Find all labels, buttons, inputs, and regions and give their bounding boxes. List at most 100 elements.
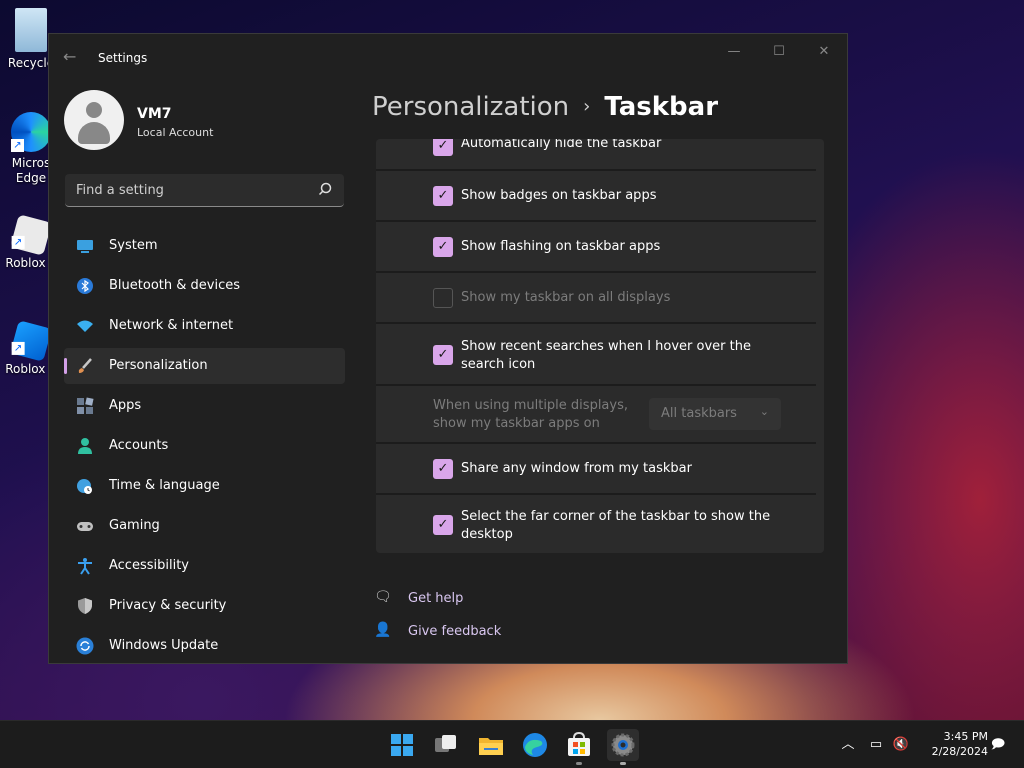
- sidebar-item-privacy[interactable]: Privacy & security: [64, 588, 345, 624]
- setting-label: Show flashing on taskbar apps: [461, 239, 661, 254]
- sidebar-item-time-language[interactable]: Time & language: [64, 468, 345, 504]
- task-view-button[interactable]: [430, 729, 462, 761]
- sidebar-item-label: Windows Update: [109, 638, 219, 653]
- sidebar-item-windows-update[interactable]: Windows Update: [64, 628, 345, 663]
- wifi-icon: [77, 320, 93, 332]
- shortcut-arrow-icon: ↗: [11, 341, 25, 355]
- store-button[interactable]: [563, 729, 595, 765]
- checkbox-recent-searches[interactable]: ✓: [433, 345, 453, 365]
- profile-name: VM7: [137, 106, 172, 122]
- close-button[interactable]: ✕: [807, 40, 841, 64]
- search-placeholder: Find a setting: [76, 183, 164, 198]
- minimize-button[interactable]: —: [717, 40, 751, 64]
- title-bar[interactable]: ← Settings — ☐ ✕: [49, 34, 847, 82]
- search-input[interactable]: Find a setting: [65, 174, 344, 207]
- page-title: Taskbar: [604, 92, 719, 122]
- settings-icon: [611, 733, 635, 757]
- roblox-player-icon: ↗: [10, 214, 52, 256]
- sidebar-item-label: Accessibility: [109, 558, 189, 573]
- back-button[interactable]: ←: [63, 48, 81, 66]
- time-language-icon: [77, 479, 92, 494]
- sidebar-item-accounts[interactable]: Accounts: [64, 428, 345, 464]
- setting-label: Select the far corner of the taskbar to …: [461, 509, 771, 542]
- checkbox-all-displays: ✓: [433, 288, 453, 308]
- avatar: [64, 90, 124, 150]
- window-title: Settings: [98, 51, 148, 65]
- recycle-bin-icon: [15, 8, 47, 52]
- sidebar-item-label: Personalization: [109, 358, 208, 373]
- shortcut-arrow-icon: ↗: [11, 235, 25, 249]
- sidebar-item-accessibility[interactable]: Accessibility: [64, 548, 345, 584]
- checkbox-far-corner[interactable]: ✓: [433, 515, 453, 535]
- setting-row-flashing[interactable]: ✓ Show flashing on taskbar apps: [376, 222, 824, 271]
- running-indicator: [620, 762, 626, 765]
- setting-row-auto-hide[interactable]: ✓ Automatically hide the taskbar: [376, 139, 824, 170]
- setting-label: Share any window from my taskbar: [461, 461, 692, 476]
- maximize-button[interactable]: ☐: [762, 40, 796, 64]
- running-indicator: [576, 762, 582, 765]
- accounts-icon: [78, 438, 92, 454]
- breadcrumb-parent[interactable]: Personalization: [372, 92, 569, 122]
- network-status-icon[interactable]: ▭: [866, 735, 886, 755]
- search-icon: [318, 182, 332, 196]
- chevron-up-icon[interactable]: ︿: [838, 735, 858, 755]
- setting-label: Show my taskbar on all displays: [461, 290, 671, 305]
- setting-row-share-window[interactable]: ✓ Share any window from my taskbar: [376, 444, 824, 493]
- store-icon: [568, 731, 590, 756]
- setting-row-all-displays: ✓ Show my taskbar on all displays: [376, 273, 824, 322]
- sidebar-nav: System Bluetooth & devices Network & int…: [64, 228, 345, 663]
- sidebar-item-network[interactable]: Network & internet: [64, 308, 345, 344]
- file-explorer-icon: [479, 738, 503, 755]
- setting-row-recent-searches[interactable]: ✓ Show recent searches when I hover over…: [376, 324, 824, 384]
- checkbox-badges[interactable]: ✓: [433, 186, 453, 206]
- setting-row-badges[interactable]: ✓ Show badges on taskbar apps: [376, 171, 824, 220]
- roblox-studio-icon: ↗: [10, 320, 52, 362]
- sidebar-item-bluetooth[interactable]: Bluetooth & devices: [64, 268, 345, 304]
- feedback-icon: 👤: [374, 622, 392, 638]
- sidebar-item-label: Privacy & security: [109, 598, 227, 613]
- breadcrumb: Personalization › Taskbar: [372, 92, 718, 122]
- file-explorer-button[interactable]: [475, 729, 507, 761]
- sidebar-item-label: Bluetooth & devices: [109, 278, 240, 293]
- chevron-down-icon: ⌄: [759, 405, 769, 418]
- setting-row-far-corner[interactable]: ✓ Select the far corner of the taskbar t…: [376, 495, 824, 553]
- update-icon: [76, 637, 94, 655]
- edge-icon: ↗: [11, 112, 51, 152]
- clock-time: 3:45 PM: [943, 730, 988, 743]
- start-icon: [391, 734, 413, 756]
- checkbox-flashing[interactable]: ✓: [433, 237, 453, 257]
- multi-display-dropdown: All taskbars ⌄: [649, 398, 781, 430]
- edge-taskbar-button[interactable]: [519, 729, 551, 761]
- taskbar: ︿ ▭ 🔇 3:45 PM 2/28/2024 🗩: [0, 720, 1024, 768]
- profile-account-type: Local Account: [137, 126, 214, 139]
- sidebar-item-label: Network & internet: [109, 318, 234, 333]
- start-button[interactable]: [386, 729, 418, 761]
- checkbox-share-window[interactable]: ✓: [433, 459, 453, 479]
- setting-label: Automatically hide the taskbar: [461, 139, 662, 151]
- settings-taskbar-button[interactable]: [607, 729, 639, 765]
- taskbar-behaviors-card: ✓ Automatically hide the taskbar ✓ Show …: [376, 139, 824, 553]
- sidebar-item-gaming[interactable]: Gaming: [64, 508, 345, 544]
- shortcut-arrow-icon: ↗: [11, 139, 24, 152]
- sidebar-item-label: Accounts: [109, 438, 169, 453]
- notification-icon[interactable]: 🗩: [988, 735, 1008, 755]
- checkbox-auto-hide[interactable]: ✓: [433, 139, 453, 156]
- system-clock[interactable]: 3:45 PM 2/28/2024: [918, 729, 988, 759]
- edge-icon: [523, 733, 547, 757]
- task-view-icon: [435, 735, 456, 752]
- system-icon: [77, 240, 93, 253]
- setting-label: Show badges on taskbar apps: [461, 188, 657, 203]
- volume-muted-icon[interactable]: 🔇: [891, 735, 911, 755]
- settings-window: ← Settings — ☐ ✕ VM7 Local Account Find …: [48, 33, 848, 664]
- setting-label: Show recent searches when I hover over t…: [461, 339, 751, 372]
- sidebar-item-personalization[interactable]: Personalization: [64, 348, 345, 384]
- brush-icon: [78, 358, 92, 373]
- sidebar-item-label: Gaming: [109, 518, 160, 533]
- get-help-label: Get help: [408, 591, 464, 606]
- clock-date: 2/28/2024: [931, 745, 988, 758]
- sidebar-item-label: Apps: [109, 398, 142, 413]
- sidebar-item-apps[interactable]: Apps: [64, 388, 345, 424]
- multi-display-label: When using multiple displays, show my ta…: [433, 398, 628, 431]
- sidebar-item-system[interactable]: System: [64, 228, 345, 264]
- dropdown-value: All taskbars: [661, 406, 737, 421]
